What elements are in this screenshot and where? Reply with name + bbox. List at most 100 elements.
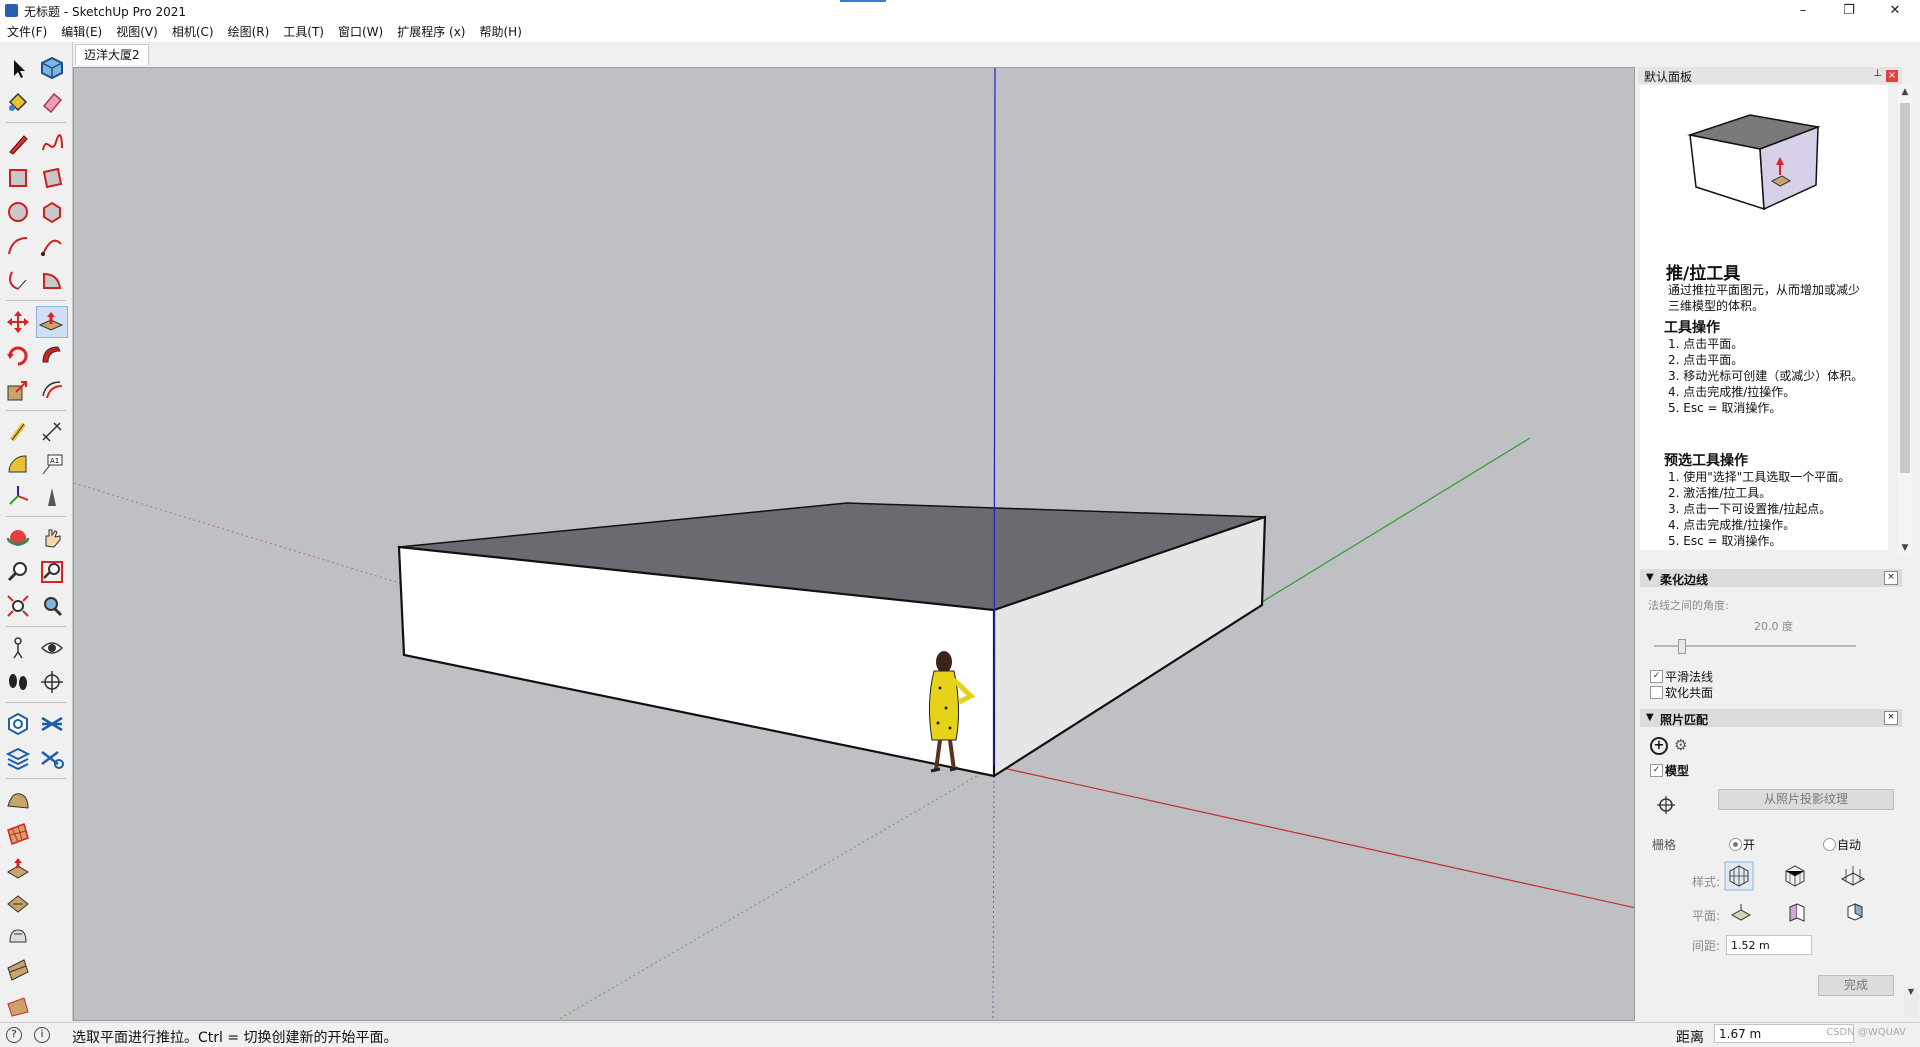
modeling-viewport[interactable] [73, 67, 1635, 1021]
menu-help[interactable]: 帮助(H) [472, 22, 528, 40]
eraser-icon[interactable] [38, 88, 66, 116]
done-button[interactable]: 完成 [1818, 975, 1894, 996]
move-icon[interactable] [4, 308, 32, 336]
zoom-window-icon[interactable] [38, 558, 66, 586]
crosshair-icon[interactable] [1656, 795, 1676, 815]
info-icon[interactable]: i [34, 1027, 50, 1043]
tray-scrollbar[interactable]: ▼ [1904, 987, 1918, 1017]
menu-draw[interactable]: 绘图(R) [221, 22, 277, 40]
components-panel-icon[interactable] [4, 744, 32, 772]
section-plane-icon[interactable] [38, 668, 66, 696]
grid-auto-radio[interactable] [1823, 838, 1836, 851]
scroll-thumb[interactable] [1900, 103, 1910, 473]
sandbox-drape-icon[interactable] [4, 888, 32, 916]
position-camera-icon[interactable] [4, 634, 32, 662]
outliner-icon[interactable] [4, 710, 32, 738]
push-pull-illustration [1687, 114, 1821, 211]
select-tool-icon[interactable] [4, 54, 32, 82]
orbit-icon[interactable] [4, 524, 32, 552]
close-button[interactable]: ✕ [1872, 0, 1918, 22]
polygon-icon[interactable] [38, 198, 66, 226]
rectangle-icon[interactable] [4, 164, 32, 192]
plane-red-green-icon[interactable] [1730, 901, 1752, 923]
soften-coplanar-checkbox[interactable] [1650, 686, 1663, 699]
pin-icon[interactable]: ⊥ [1873, 68, 1882, 79]
ops-step: 1. 点击平面。 [1668, 337, 1744, 351]
scroll-up-icon[interactable]: ▲ [1898, 85, 1912, 99]
previous-view-icon[interactable] [38, 592, 66, 620]
collapse-triangle-icon[interactable]: ▼ [1646, 572, 1654, 583]
project-texture-button[interactable]: 从照片投影纹理 [1718, 789, 1894, 810]
sandbox-flip-edge-icon[interactable] [4, 956, 32, 984]
spacing-input[interactable]: 1.52 m [1726, 935, 1812, 955]
angle-slider-thumb[interactable] [1678, 639, 1687, 654]
component-tool-icon[interactable] [38, 54, 66, 82]
menu-file[interactable]: 文件(F) [0, 22, 54, 40]
scroll-down-icon[interactable]: ▼ [1904, 987, 1918, 996]
menu-tools[interactable]: 工具(T) [276, 22, 331, 40]
tab-model[interactable]: 迈洋大厦2 [75, 44, 149, 65]
text-tool-icon[interactable]: A1 [38, 450, 66, 478]
geo-location-icon[interactable]: ? [6, 1027, 22, 1043]
two-point-arc-icon[interactable] [38, 232, 66, 260]
sandbox-smoove-icon[interactable] [4, 786, 32, 814]
zoom-icon[interactable] [4, 558, 32, 586]
sandbox-from-scratch-icon[interactable] [4, 820, 32, 848]
scale-icon[interactable] [4, 376, 32, 404]
collapse-triangle-icon[interactable]: ▼ [1646, 712, 1654, 723]
pie-icon[interactable] [38, 266, 66, 294]
zoom-extents-icon[interactable] [4, 592, 32, 620]
sandbox-from-contours-icon[interactable] [4, 990, 32, 1018]
rotate-icon[interactable] [4, 342, 32, 370]
menu-extensions[interactable]: 扩展程序 (x) [390, 22, 472, 40]
paint-bucket-icon[interactable] [4, 88, 32, 116]
settings-gear-icon[interactable]: ⚙ [1674, 736, 1687, 754]
ops-step: 2. 点击平面。 [1668, 353, 1744, 367]
menu-view[interactable]: 视图(V) [109, 22, 165, 40]
smooth-normals-checkbox[interactable]: ✓ [1650, 670, 1663, 683]
menu-window[interactable]: 窗口(W) [331, 22, 390, 40]
soften-edges-header[interactable]: ▼ 柔化边线 × [1640, 569, 1902, 587]
grid-style-inside-icon[interactable] [1724, 861, 1754, 891]
pencil-icon[interactable] [4, 130, 32, 158]
close-tray-icon[interactable]: × [1886, 70, 1898, 82]
sandbox-add-detail-icon[interactable] [4, 922, 32, 950]
layers-icon[interactable] [38, 710, 66, 738]
grid-style-below-icon[interactable] [1838, 861, 1868, 891]
freehand-icon[interactable] [38, 130, 66, 158]
minimize-button[interactable]: – [1780, 0, 1826, 22]
close-section-icon[interactable]: × [1884, 571, 1898, 585]
dimension-icon[interactable] [38, 418, 66, 446]
circle-icon[interactable] [4, 198, 32, 226]
pan-icon[interactable] [38, 524, 66, 552]
three-point-arc-icon[interactable] [4, 266, 32, 294]
protractor-icon[interactable] [4, 450, 32, 478]
sandbox-stamp-icon[interactable] [4, 854, 32, 882]
plane-green-blue-icon[interactable] [1844, 901, 1866, 923]
plane-red-blue-icon[interactable] [1786, 901, 1808, 923]
offset-icon[interactable] [38, 376, 66, 404]
look-around-icon[interactable] [38, 634, 66, 662]
match-photo-header[interactable]: ▼ 照片匹配 × [1640, 709, 1902, 727]
add-photo-icon[interactable]: + [1650, 737, 1668, 755]
follow-me-icon[interactable] [38, 342, 66, 370]
model-checkbox[interactable]: ✓ [1650, 764, 1663, 777]
instructor-scrollbar[interactable]: ▲ ▼ [1898, 85, 1912, 555]
scroll-down-icon[interactable]: ▼ [1898, 541, 1912, 555]
restore-button[interactable]: ❐ [1826, 0, 1872, 22]
tape-measure-icon[interactable] [4, 418, 32, 446]
menu-camera[interactable]: 相机(C) [165, 22, 221, 40]
grid-style-above-icon[interactable] [1780, 861, 1810, 891]
arc-icon[interactable] [4, 232, 32, 260]
menu-edit[interactable]: 编辑(E) [54, 22, 109, 40]
walk-icon[interactable] [4, 668, 32, 696]
styles-icon[interactable] [38, 744, 66, 772]
axes-icon[interactable] [4, 482, 32, 510]
close-section-icon[interactable]: × [1884, 711, 1898, 725]
3d-text-icon[interactable] [38, 482, 66, 510]
grid-on-radio[interactable] [1729, 838, 1742, 851]
rotated-rectangle-icon[interactable] [38, 164, 66, 192]
ops-list: 1. 点击平面。 2. 点击平面。 3. 移动光标可创建（或减少）体积。 4. … [1668, 336, 1868, 416]
scene-canvas[interactable] [74, 68, 1635, 1021]
push-pull-icon[interactable] [36, 306, 68, 338]
